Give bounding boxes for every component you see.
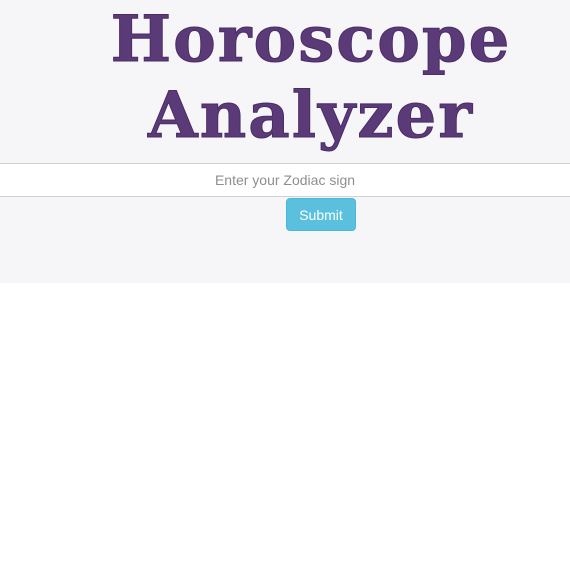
header-panel: Horoscope Analyzer Submit <box>0 0 570 283</box>
submit-button[interactable]: Submit <box>286 198 356 231</box>
title-line-1: Horoscope <box>110 2 512 78</box>
title-line-2: Analyzer <box>148 78 474 154</box>
zodiac-sign-input[interactable] <box>0 163 570 197</box>
page-title: Horoscope Analyzer <box>0 2 570 154</box>
